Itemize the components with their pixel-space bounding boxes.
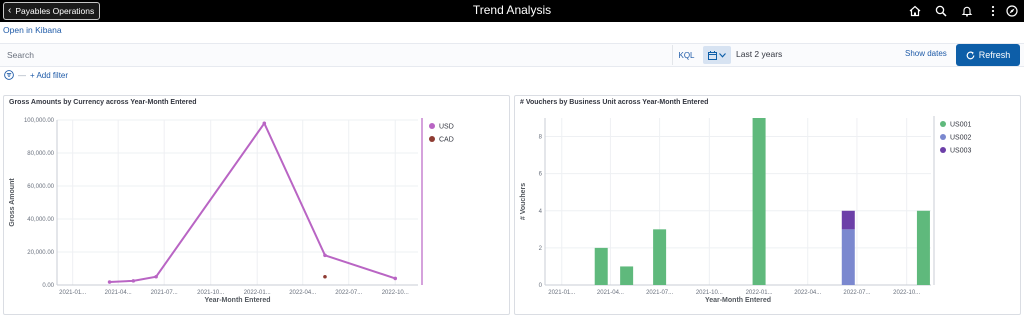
x-axis-label: Year-Month Entered bbox=[705, 297, 771, 304]
gross-amount-panel: Gross Amounts by Currency across Year-Mo… bbox=[3, 95, 510, 315]
x-tick-label: 2021-07... bbox=[151, 290, 178, 296]
add-filter-button[interactable]: + Add filter bbox=[30, 71, 68, 80]
data-point-cad bbox=[323, 274, 327, 279]
vouchers-bar-chart: 2021-01... 2021-04... 2021-07... 2021-10...… bbox=[520, 116, 972, 304]
x-tick-label: 2021-04... bbox=[597, 290, 624, 296]
x-tick-label: 2022-10... bbox=[893, 290, 920, 296]
bar-us003 bbox=[841, 210, 855, 230]
open-in-kibana-link[interactable]: Open in Kibana bbox=[3, 25, 62, 35]
legend-marker-cad bbox=[429, 136, 435, 142]
legend-marker-us001 bbox=[940, 121, 946, 127]
x-tick-label: 2022-04... bbox=[289, 290, 316, 296]
more-vertical-icon[interactable] bbox=[980, 0, 1006, 22]
y-tick-label: 6 bbox=[539, 172, 543, 178]
filter-bar: — + Add filter bbox=[4, 70, 68, 80]
filter-options-icon[interactable] bbox=[4, 70, 14, 80]
data-point-usd bbox=[131, 279, 136, 283]
data-point-usd bbox=[154, 274, 158, 279]
search-input[interactable] bbox=[0, 44, 670, 66]
calendar-icon bbox=[708, 50, 717, 60]
bar-us001 bbox=[752, 118, 766, 285]
x-tick-label: 2021-01... bbox=[548, 290, 575, 296]
compass-icon[interactable] bbox=[1006, 0, 1024, 22]
refresh-button-label: Refresh bbox=[978, 50, 1011, 60]
top-navigation-bar: ‹ Payables Operations Trend Analysis bbox=[0, 0, 1024, 22]
y-tick-label: 8 bbox=[539, 135, 543, 141]
bar-us001 bbox=[916, 210, 930, 285]
show-dates-link[interactable]: Show dates bbox=[905, 49, 947, 58]
x-tick-label: 2021-01... bbox=[59, 290, 86, 296]
x-tick-label: 2022-01... bbox=[746, 290, 773, 296]
y-tick-label: 2 bbox=[539, 246, 543, 252]
y-tick-label: 4 bbox=[539, 209, 543, 215]
bar-us001 bbox=[620, 266, 634, 285]
x-tick-label: 2022-04... bbox=[794, 290, 821, 296]
legend-label-cad: CAD bbox=[439, 137, 454, 144]
y-tick-label: 0 bbox=[539, 283, 543, 289]
x-tick-label: 2021-04... bbox=[105, 290, 132, 296]
vouchers-panel: # Vouchers by Business Unit across Year-… bbox=[514, 95, 1021, 315]
bar-us001 bbox=[653, 229, 667, 285]
y-tick-label: 100,000.00 bbox=[24, 118, 55, 124]
data-point-usd bbox=[262, 121, 267, 126]
y-axis-label: Gross Amount bbox=[9, 178, 16, 227]
date-quick-menu-button[interactable] bbox=[703, 46, 731, 64]
filter-divider: — bbox=[18, 70, 26, 80]
y-tick-label: 40,000.00 bbox=[27, 217, 54, 223]
y-tick-label: 80,000.00 bbox=[27, 151, 54, 157]
legend-label-usd: USD bbox=[439, 124, 454, 131]
page-title: Trend Analysis bbox=[472, 3, 552, 17]
bell-icon[interactable] bbox=[954, 0, 980, 22]
refresh-button[interactable]: Refresh bbox=[956, 44, 1020, 66]
refresh-icon bbox=[966, 51, 975, 59]
date-range-text: Last 2 years bbox=[736, 49, 783, 59]
x-tick-label: 2022-07... bbox=[843, 290, 870, 296]
gross-amount-line-chart: 2021-01... 2021-04... 2021-07... 2021-10...… bbox=[9, 118, 454, 304]
search-icon[interactable] bbox=[928, 0, 954, 22]
legend-marker-us003 bbox=[940, 147, 946, 153]
x-tick-label: 2021-10... bbox=[197, 290, 224, 296]
data-point-usd bbox=[107, 280, 112, 284]
data-point-usd bbox=[323, 253, 327, 258]
legend-label-us003: US003 bbox=[950, 148, 972, 155]
series-line-usd bbox=[109, 121, 396, 284]
bar-us001 bbox=[594, 247, 608, 285]
header-icons bbox=[902, 0, 1024, 22]
x-tick-label: 2022-01... bbox=[244, 290, 271, 296]
x-tick-label: 2022-10... bbox=[382, 290, 409, 296]
y-axis-label: # Vouchers bbox=[520, 183, 527, 220]
legend-marker-us002 bbox=[940, 134, 946, 140]
x-tick-label: 2022-07... bbox=[335, 290, 362, 296]
y-tick-label: 0.00 bbox=[42, 283, 54, 289]
legend-label-us001: US001 bbox=[950, 122, 972, 129]
x-axis-label: Year-Month Entered bbox=[204, 297, 270, 304]
home-icon[interactable] bbox=[902, 0, 928, 22]
x-tick-label: 2021-10... bbox=[696, 290, 723, 296]
y-tick-label: 60,000.00 bbox=[27, 184, 54, 190]
legend-marker-usd bbox=[429, 123, 435, 129]
chevron-down-icon bbox=[719, 52, 726, 58]
x-tick-label: 2021-07... bbox=[646, 290, 673, 296]
legend-label-us002: US002 bbox=[950, 135, 972, 142]
bar-us002 bbox=[841, 229, 855, 285]
kql-toggle[interactable]: KQL bbox=[672, 45, 700, 65]
data-point-usd bbox=[393, 276, 398, 281]
y-tick-label: 20,000.00 bbox=[27, 250, 54, 256]
